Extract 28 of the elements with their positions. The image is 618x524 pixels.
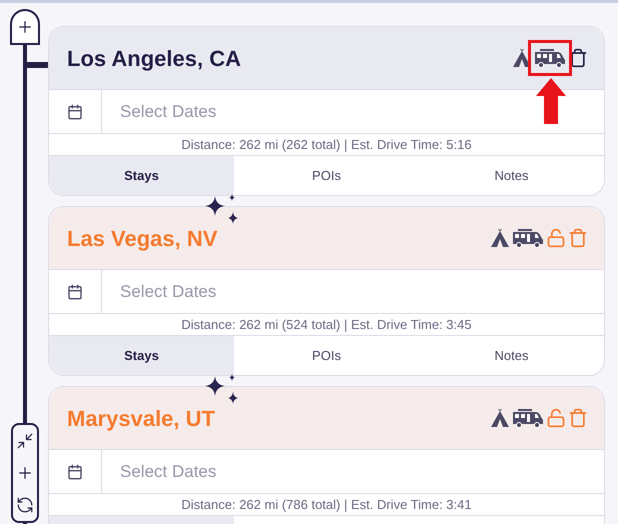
distance-text: Distance: 262 mi (524 total) | Est. Drive Time: 3:45	[181, 316, 472, 334]
distance-text: Distance: 262 mi (786 total) | Est. Drive Time: 3:41	[181, 496, 472, 514]
plus-icon[interactable]	[16, 18, 34, 36]
calendar-icon	[67, 284, 83, 300]
date-input[interactable]: Select Dates	[120, 98, 604, 124]
tab[interactable]: Stays	[49, 336, 234, 375]
calendar-icon	[67, 104, 83, 120]
add-stop-button[interactable]	[10, 9, 40, 45]
arrow-icon	[536, 78, 566, 124]
tent-icon[interactable]	[490, 228, 510, 248]
tab[interactable]: Stays	[49, 156, 234, 195]
plus-icon[interactable]	[16, 464, 34, 482]
date-input[interactable]: Select Dates	[120, 278, 604, 304]
distance-text: Distance: 262 mi (262 total) | Est. Drive Time: 5:16	[181, 136, 472, 154]
date-input[interactable]: Select Dates	[120, 458, 604, 484]
rv-icon[interactable]	[512, 408, 544, 428]
shrink-icon[interactable]	[16, 432, 34, 450]
calendar-icon	[67, 464, 83, 480]
date-field[interactable]: Select Dates	[49, 270, 604, 314]
date-field[interactable]: Select Dates	[49, 450, 604, 494]
stop-title: Los Angeles, CA	[67, 44, 241, 73]
tent-icon[interactable]	[490, 408, 510, 428]
rv-icon[interactable]	[512, 228, 544, 248]
refresh-icon[interactable]	[16, 496, 34, 514]
rv-icon[interactable]	[534, 48, 566, 68]
stop-title: Marysvale, UT	[67, 404, 215, 433]
date-field[interactable]: Select Dates	[49, 90, 604, 134]
stop-title: Las Vegas, NV	[67, 224, 218, 253]
